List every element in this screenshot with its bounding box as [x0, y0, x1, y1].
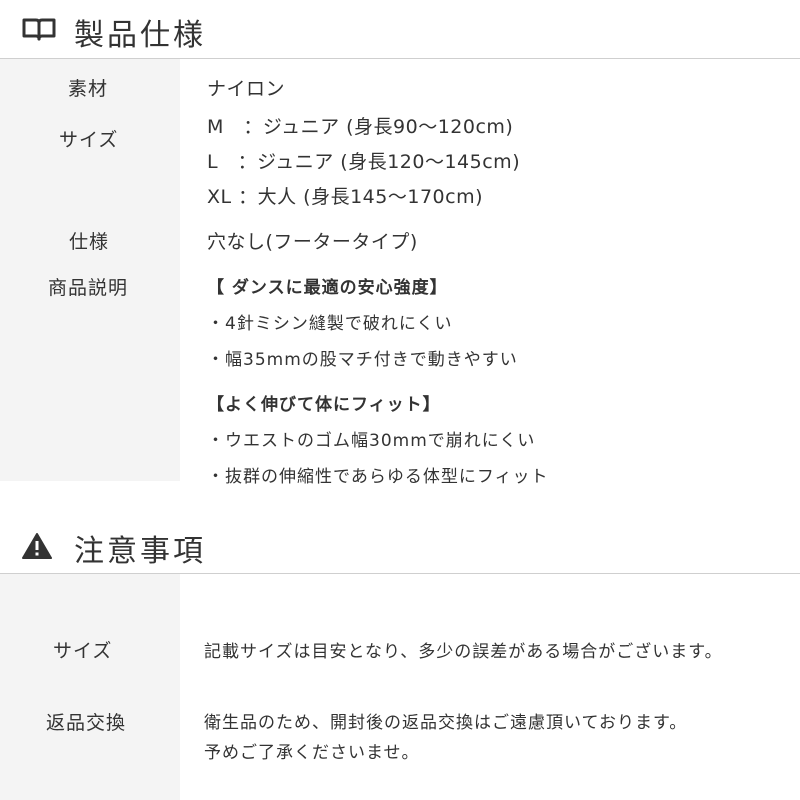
size-label: サイズ: [59, 129, 119, 151]
spec-label: 仕様: [69, 231, 110, 253]
description-bullet: ・ウエストのゴム幅30mmで崩れにくい: [207, 431, 536, 451]
material-value: ナイロン: [207, 78, 286, 100]
caution-size-label: サイズ: [53, 640, 113, 662]
spec-section-header: 製品仕様: [0, 0, 800, 58]
description-heading-strength: 【 ダンスに最適の安心強度】: [207, 278, 448, 298]
caution-section-header: 注意事項: [0, 516, 800, 574]
caution-label-column: [0, 574, 180, 800]
caution-size-note: 記載サイズは目安となり、多少の誤差がある場合がございます。: [204, 642, 723, 662]
warning-icon: [22, 532, 52, 560]
description-bullet: ・4針ミシン縫製で破れにくい: [207, 314, 453, 334]
spec-section-title: 製品仕様: [74, 18, 206, 53]
material-label: 素材: [68, 78, 109, 100]
description-bullet: ・抜群の伸縮性であらゆる体型にフィット: [207, 467, 549, 487]
spec-label-column: [0, 59, 180, 481]
size-m-value: M ：ジュニア (身長90〜120cm): [207, 116, 514, 138]
spec-value: 穴なし(フータータイプ): [207, 231, 418, 253]
description-heading-fit: 【よく伸びて体にフィット】: [207, 395, 441, 415]
size-xl-value: XL ：大人 (身長145〜170cm): [207, 186, 483, 208]
caution-return-note-line: 予めご了承くださいませ。: [204, 743, 420, 763]
caution-return-note-line: 衛生品のため、開封後の返品交換はご遠慮頂いております。: [204, 713, 688, 733]
caution-section-title: 注意事項: [74, 534, 206, 569]
description-bullet: ・幅35mmの股マチ付きで動きやすい: [207, 350, 518, 370]
open-book-icon: [22, 17, 56, 41]
caution-return-label: 返品交換: [46, 712, 127, 734]
description-label: 商品説明: [48, 277, 129, 299]
size-l-value: L ：ジュニア (身長120〜145cm): [207, 151, 521, 173]
